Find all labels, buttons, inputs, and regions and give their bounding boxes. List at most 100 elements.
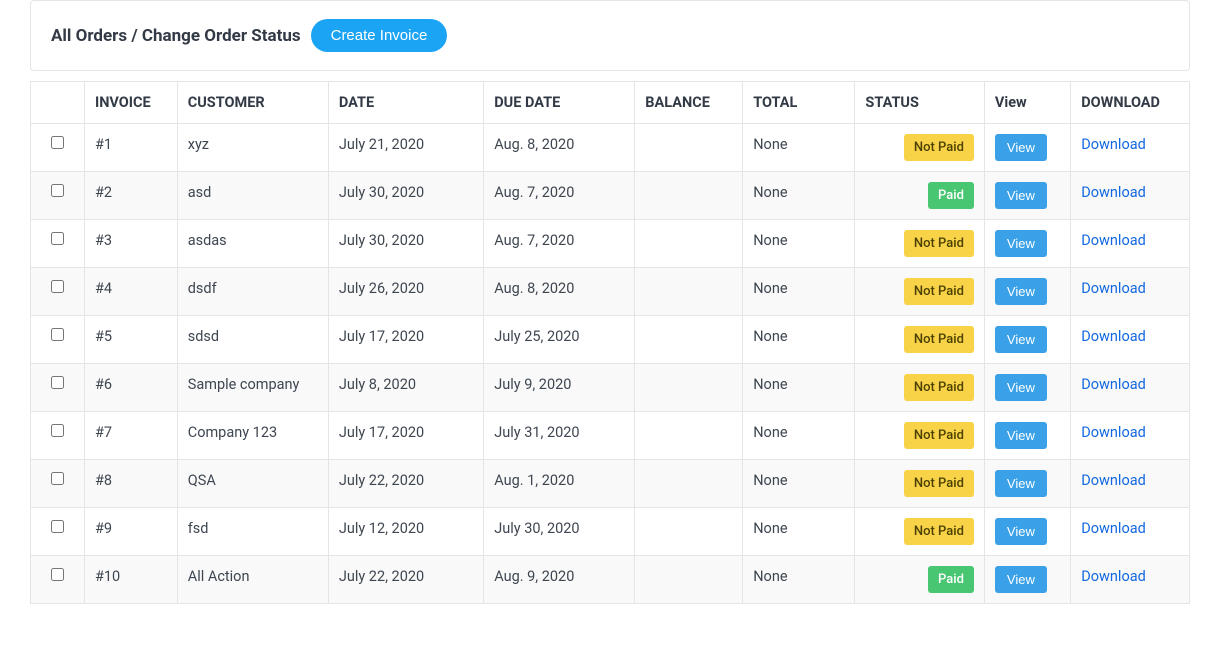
download-link[interactable]: Download [1081, 280, 1146, 297]
cell-due-date: Aug. 7, 2020 [484, 220, 635, 268]
table-row: #5sdsdJuly 17, 2020July 25, 2020NoneNot … [31, 316, 1190, 364]
cell-customer: xyz [177, 124, 328, 172]
cell-total: None [743, 364, 855, 412]
cell-download: Download [1071, 172, 1190, 220]
download-link[interactable]: Download [1081, 520, 1146, 537]
view-button[interactable]: View [995, 518, 1047, 545]
cell-invoice: #3 [84, 220, 177, 268]
table-row: #2asdJuly 30, 2020Aug. 7, 2020NonePaidVi… [31, 172, 1190, 220]
cell-customer: fsd [177, 508, 328, 556]
row-checkbox[interactable] [51, 376, 64, 389]
col-header-total: TOTAL [743, 82, 855, 124]
cell-customer: QSA [177, 460, 328, 508]
cell-customer: sdsd [177, 316, 328, 364]
view-button[interactable]: View [995, 182, 1047, 209]
download-link[interactable]: Download [1081, 232, 1146, 249]
col-header-view: View [984, 82, 1070, 124]
cell-date: July 26, 2020 [328, 268, 483, 316]
table-row: #10All ActionJuly 22, 2020Aug. 9, 2020No… [31, 556, 1190, 604]
download-link[interactable]: Download [1081, 328, 1146, 345]
cell-due-date: Aug. 8, 2020 [484, 124, 635, 172]
cell-download: Download [1071, 268, 1190, 316]
cell-date: July 21, 2020 [328, 124, 483, 172]
cell-download: Download [1071, 220, 1190, 268]
cell-view: View [984, 268, 1070, 316]
cell-total: None [743, 556, 855, 604]
view-button[interactable]: View [995, 134, 1047, 161]
cell-total: None [743, 220, 855, 268]
table-row: #4dsdfJuly 26, 2020Aug. 8, 2020NoneNot P… [31, 268, 1190, 316]
table-row: #8QSAJuly 22, 2020Aug. 1, 2020NoneNot Pa… [31, 460, 1190, 508]
download-link[interactable]: Download [1081, 568, 1146, 585]
row-checkbox[interactable] [51, 520, 64, 533]
table-row: #7Company 123July 17, 2020July 31, 2020N… [31, 412, 1190, 460]
cell-total: None [743, 172, 855, 220]
status-badge-not-paid[interactable]: Not Paid [904, 278, 974, 305]
row-checkbox[interactable] [51, 136, 64, 149]
status-badge-not-paid[interactable]: Not Paid [904, 518, 974, 545]
col-header-invoice: INVOICE [84, 82, 177, 124]
cell-due-date: Aug. 1, 2020 [484, 460, 635, 508]
cell-due-date: Aug. 7, 2020 [484, 172, 635, 220]
cell-total: None [743, 508, 855, 556]
view-button[interactable]: View [995, 470, 1047, 497]
cell-checkbox [31, 172, 85, 220]
cell-invoice: #5 [84, 316, 177, 364]
status-badge-not-paid[interactable]: Not Paid [904, 134, 974, 161]
view-button[interactable]: View [995, 278, 1047, 305]
status-badge-paid[interactable]: Paid [928, 182, 974, 209]
row-checkbox[interactable] [51, 184, 64, 197]
cell-invoice: #7 [84, 412, 177, 460]
cell-status: Not Paid [855, 124, 984, 172]
status-badge-not-paid[interactable]: Not Paid [904, 326, 974, 353]
download-link[interactable]: Download [1081, 376, 1146, 393]
row-checkbox[interactable] [51, 472, 64, 485]
status-badge-not-paid[interactable]: Not Paid [904, 374, 974, 401]
cell-view: View [984, 412, 1070, 460]
create-invoice-button[interactable]: Create Invoice [311, 19, 448, 52]
cell-balance [635, 268, 743, 316]
cell-view: View [984, 508, 1070, 556]
view-button[interactable]: View [995, 566, 1047, 593]
download-link[interactable]: Download [1081, 136, 1146, 153]
view-button[interactable]: View [995, 374, 1047, 401]
download-link[interactable]: Download [1081, 424, 1146, 441]
cell-invoice: #8 [84, 460, 177, 508]
status-badge-not-paid[interactable]: Not Paid [904, 230, 974, 257]
status-badge-not-paid[interactable]: Not Paid [904, 422, 974, 449]
cell-total: None [743, 268, 855, 316]
cell-view: View [984, 124, 1070, 172]
cell-due-date: July 31, 2020 [484, 412, 635, 460]
cell-checkbox [31, 124, 85, 172]
row-checkbox[interactable] [51, 280, 64, 293]
cell-download: Download [1071, 364, 1190, 412]
cell-invoice: #9 [84, 508, 177, 556]
orders-table: INVOICE CUSTOMER DATE DUE DATE BALANCE T… [30, 81, 1190, 604]
cell-download: Download [1071, 412, 1190, 460]
cell-total: None [743, 460, 855, 508]
cell-checkbox [31, 364, 85, 412]
cell-due-date: July 9, 2020 [484, 364, 635, 412]
cell-checkbox [31, 316, 85, 364]
col-header-status: STATUS [855, 82, 984, 124]
row-checkbox[interactable] [51, 232, 64, 245]
cell-balance [635, 364, 743, 412]
row-checkbox[interactable] [51, 568, 64, 581]
page-title: All Orders / Change Order Status [51, 26, 301, 46]
cell-view: View [984, 316, 1070, 364]
view-button[interactable]: View [995, 230, 1047, 257]
table-row: #9fsdJuly 12, 2020July 30, 2020NoneNot P… [31, 508, 1190, 556]
row-checkbox[interactable] [51, 328, 64, 341]
cell-view: View [984, 172, 1070, 220]
view-button[interactable]: View [995, 422, 1047, 449]
cell-date: July 8, 2020 [328, 364, 483, 412]
status-badge-not-paid[interactable]: Not Paid [904, 470, 974, 497]
cell-balance [635, 124, 743, 172]
table-row: #3asdasJuly 30, 2020Aug. 7, 2020NoneNot … [31, 220, 1190, 268]
download-link[interactable]: Download [1081, 184, 1146, 201]
download-link[interactable]: Download [1081, 472, 1146, 489]
cell-status: Not Paid [855, 412, 984, 460]
status-badge-paid[interactable]: Paid [928, 566, 974, 593]
view-button[interactable]: View [995, 326, 1047, 353]
row-checkbox[interactable] [51, 424, 64, 437]
